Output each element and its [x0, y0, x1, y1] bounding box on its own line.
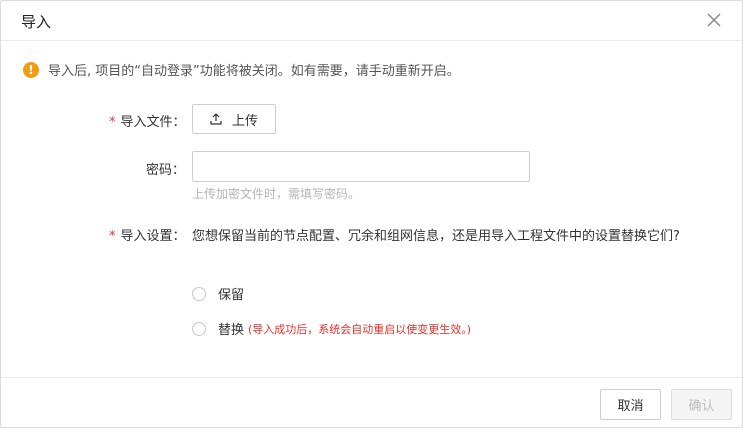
cancel-button[interactable]: 取消	[600, 389, 661, 420]
replace-note: (导入成功后，系统会自动重启以使变更生效。)	[248, 322, 472, 336]
confirm-button[interactable]: 确认	[671, 389, 732, 420]
file-label: 导入文件：	[120, 115, 186, 130]
settings-label: 导入设置：	[120, 229, 186, 244]
radio-label: 替换	[218, 323, 245, 338]
dialog-header: 导入	[1, 1, 742, 41]
dialog-title: 导入	[21, 13, 52, 31]
password-label: 密码：	[146, 163, 186, 178]
warning-text: 导入后, 项目的“自动登录”功能将被关闭。如有需要，请手动重新开启。	[48, 64, 460, 79]
upload-label: 上传	[231, 113, 258, 129]
radio-circle[interactable]	[192, 321, 206, 336]
radio-option-replace[interactable]: 替换 (导入成功后，系统会自动重启以使变更生效。)	[192, 319, 471, 338]
required-mark: *	[109, 115, 116, 130]
radio-label: 保留	[218, 288, 245, 303]
warning-icon: !	[23, 61, 39, 78]
settings-label-row: * 导入设置：	[109, 227, 186, 247]
required-mark: *	[109, 229, 116, 244]
password-field[interactable]	[192, 151, 530, 182]
warning-banner: ! 导入后, 项目的“自动登录”功能将被关闭。如有需要，请手动重新开启。	[23, 60, 460, 79]
file-label-row: * 导入文件：	[109, 111, 186, 130]
upload-icon	[210, 113, 222, 125]
close-icon[interactable]	[706, 12, 722, 28]
password-hint: 上传加密文件时，需填写密码。	[192, 187, 361, 201]
radio-option-keep[interactable]: 保留	[192, 284, 244, 303]
upload-button[interactable]: 上传	[192, 104, 276, 134]
import-dialog: 导入 ! 导入后, 项目的“自动登录”功能将被关闭。如有需要，请手动重新开启。 …	[0, 0, 743, 428]
settings-question: 您想保留当前的节点配置、冗余和组网信息，还是用导入工程文件中的设置替换它们?	[192, 229, 680, 244]
dialog-footer: 取消 确认	[1, 377, 742, 428]
radio-circle[interactable]	[192, 286, 206, 301]
